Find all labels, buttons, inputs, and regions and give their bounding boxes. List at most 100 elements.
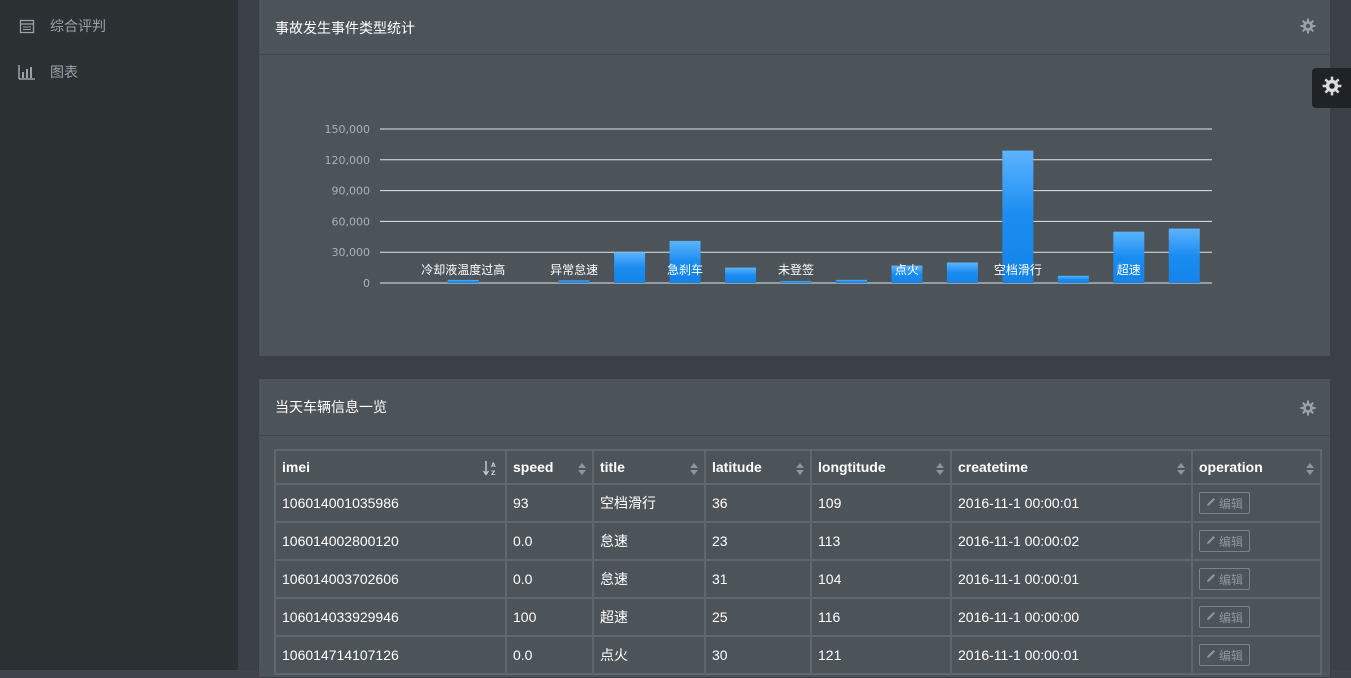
calendar-icon [18,17,36,35]
column-header-createtime[interactable]: createtime [950,449,1193,485]
sort-icon[interactable] [1306,462,1314,475]
cell-longtitude: 113 [810,521,952,561]
category-label: 异常怠速 [550,263,598,277]
bar [725,267,757,283]
bar [1168,228,1200,283]
sort-alpha-icon[interactable]: AZ [482,460,497,477]
cell-imei: 106014002800120 [274,521,507,561]
gear-icon[interactable] [1300,18,1316,34]
cell-imei: 106014033929946 [274,597,507,637]
cell-speed: 0.0 [505,521,594,561]
edit-button[interactable]: 编辑 [1199,492,1251,514]
table-panel-header: 当天车辆信息一览 [259,379,1330,436]
cell-title: 点火 [592,635,706,675]
cell-title: 怠速 [592,559,706,599]
table-header-row: imei AZ speed title latitude longtitude [274,449,1322,485]
bar [558,280,590,283]
cell-createtime: 2016-11-1 00:00:01 [950,559,1193,599]
pencil-icon [1206,496,1216,510]
category-label: 空档滑行 [994,263,1042,277]
column-header-imei[interactable]: imei AZ [274,449,507,485]
cell-latitude: 25 [704,597,812,637]
sort-icon[interactable] [578,462,586,475]
bar [835,279,867,283]
column-header-longtitude[interactable]: longtitude [810,449,952,485]
pencil-icon [1206,610,1216,624]
cell-title: 空档滑行 [592,483,706,523]
edit-button[interactable]: 编辑 [1199,606,1251,628]
chart-panel-title: 事故发生事件类型统计 [275,21,415,37]
table-row: 106014001035986 93 空档滑行 36 109 2016-11-1… [274,483,1322,523]
cell-speed: 0.0 [505,635,594,675]
bar [447,279,479,283]
cell-title: 超速 [592,597,706,637]
sort-icon[interactable] [690,462,698,475]
edit-button[interactable]: 编辑 [1199,568,1251,590]
y-tick-label: 30,000 [332,246,371,259]
cell-speed: 100 [505,597,594,637]
cell-longtitude: 121 [810,635,952,675]
cell-latitude: 36 [704,483,812,523]
column-header-speed[interactable]: speed [505,449,594,485]
cell-title: 怠速 [592,521,706,561]
bar [614,252,646,283]
edit-button[interactable]: 编辑 [1199,530,1251,552]
pencil-icon [1206,648,1216,662]
column-header-latitude[interactable]: latitude [704,449,812,485]
cell-latitude: 30 [704,635,812,675]
column-header-operation[interactable]: operation [1191,449,1322,485]
sidebar-item-label: 综合评判 [50,19,106,35]
category-label: 未登签 [778,262,814,277]
chart-panel: 事故发生事件类型统计 0 30,000 60,000 90,000 120,000 150… [258,0,1331,357]
cell-operation: 编辑 [1191,483,1322,523]
cell-speed: 93 [505,483,594,523]
category-label: 冷却液温度过高 [421,262,505,277]
cell-imei: 106014003702606 [274,559,507,599]
category-label: 急刹车 [667,262,703,277]
pencil-icon [1206,534,1216,548]
cell-speed: 0.0 [505,559,594,599]
svg-text:Z: Z [491,470,496,476]
table-row: 106014002800120 0.0 怠速 23 113 2016-11-1 … [274,521,1322,561]
cell-createtime: 2016-11-1 00:00:01 [950,483,1193,523]
cell-createtime: 2016-11-1 00:00:01 [950,635,1193,675]
sort-icon[interactable] [1177,462,1185,475]
sidebar: 综合评判 图表 [0,0,238,670]
cell-createtime: 2016-11-1 00:00:00 [950,597,1193,637]
cell-operation: 编辑 [1191,521,1322,561]
column-header-title[interactable]: title [592,449,706,485]
bar-chart-icon [18,63,36,81]
y-tick-label: 150,000 [325,123,371,136]
bar [1057,275,1089,283]
y-tick-label: 60,000 [332,215,371,228]
sort-icon[interactable] [796,462,804,475]
category-label: 超速 [1117,262,1141,277]
cell-latitude: 23 [704,521,812,561]
cell-longtitude: 109 [810,483,952,523]
y-tick-label: 90,000 [332,185,371,198]
cell-longtitude: 116 [810,597,952,637]
gear-icon[interactable] [1300,400,1316,416]
cell-latitude: 31 [704,559,812,599]
bar [946,262,978,283]
y-tick-label: 120,000 [325,154,371,167]
cell-createtime: 2016-11-1 00:00:02 [950,521,1193,561]
table-panel-title: 当天车辆信息一览 [275,400,387,416]
category-label: 点火 [895,263,919,277]
cell-imei: 106014001035986 [274,483,507,523]
cell-operation: 编辑 [1191,597,1322,637]
sidebar-item-label: 图表 [50,65,78,81]
table-row: 106014003702606 0.0 怠速 31 104 2016-11-1 … [274,559,1322,599]
sort-icon[interactable] [936,462,944,475]
sidebar-item-charts[interactable]: 图表 [18,60,78,84]
edit-button[interactable]: 编辑 [1199,644,1251,666]
table-row: 106014714107126 0.0 点火 30 121 2016-11-1 … [274,635,1322,675]
cell-imei: 106014714107126 [274,635,507,675]
pencil-icon [1206,572,1216,586]
settings-toggle-button[interactable] [1312,68,1351,108]
sidebar-item-comprehensive[interactable]: 综合评判 [18,14,106,38]
svg-text:A: A [491,462,496,469]
cell-operation: 编辑 [1191,559,1322,599]
cell-operation: 编辑 [1191,635,1322,675]
table-row: 106014033929946 100 超速 25 116 2016-11-1 … [274,597,1322,637]
